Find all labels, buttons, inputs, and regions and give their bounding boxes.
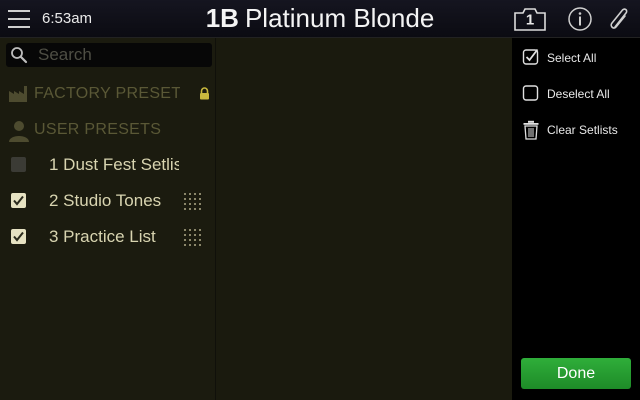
- factory-presets-label: FACTORY PRESETS: [34, 85, 180, 102]
- setlist-checkbox[interactable]: [11, 229, 26, 244]
- select-all-label: Select All: [547, 51, 597, 65]
- factory-presets-section[interactable]: FACTORY PRESETS: [0, 78, 215, 110]
- setlist-checkbox[interactable]: [11, 157, 26, 172]
- content-area: [215, 38, 512, 400]
- setlist-actions-menu: Select All Deselect All Clear Setlists: [512, 38, 640, 400]
- clock: 6:53am: [42, 10, 93, 27]
- setlist-label: 3 Practice List: [49, 227, 156, 246]
- user-presets-label: USER PRESETS: [34, 121, 162, 138]
- search-box[interactable]: [6, 43, 212, 67]
- drag-handle-icon[interactable]: [183, 192, 201, 210]
- menu-icon[interactable]: [8, 9, 30, 29]
- user-icon: [8, 119, 30, 148]
- search-input[interactable]: [38, 45, 206, 65]
- deselect-all-button[interactable]: Deselect All: [512, 80, 640, 110]
- setlist-row[interactable]: 1 Dust Fest Setlis: [0, 148, 215, 182]
- top-bar: 6:53am 1B Platinum Blonde 1: [0, 0, 640, 38]
- setlist-row[interactable]: 3 Practice List: [0, 220, 215, 254]
- setlist-label: 1 Dust Fest Setlis: [49, 155, 179, 174]
- preset-title[interactable]: 1B Platinum Blonde: [150, 3, 490, 34]
- camera-snapshot-icon[interactable]: 1: [512, 5, 548, 33]
- user-presets-section[interactable]: USER PRESETS: [0, 114, 215, 146]
- search-icon: [10, 46, 28, 69]
- clear-setlists-button[interactable]: Clear Setlists: [512, 116, 640, 146]
- setlist-label: 2 Studio Tones: [49, 191, 162, 210]
- paperclip-icon[interactable]: [602, 5, 638, 33]
- drag-handle-icon[interactable]: [183, 228, 201, 246]
- select-all-button[interactable]: Select All: [512, 44, 640, 74]
- setlist-checkbox[interactable]: [11, 193, 26, 208]
- done-button[interactable]: Done: [521, 358, 631, 389]
- clear-setlists-label: Clear Setlists: [547, 123, 618, 137]
- preset-number: 1B: [205, 3, 239, 33]
- snapshot-badge: 1: [525, 11, 535, 29]
- deselect-all-label: Deselect All: [547, 87, 610, 101]
- checkbox-empty-icon: [522, 84, 542, 104]
- checkbox-checked-icon: [522, 48, 542, 68]
- setlist-row[interactable]: 2 Studio Tones: [0, 184, 215, 218]
- lock-icon: [199, 87, 210, 105]
- trash-icon: [522, 120, 542, 140]
- preset-browser-panel: FACTORY PRESETS USER PRESETS 1 Dust Fest…: [0, 38, 215, 400]
- info-icon[interactable]: [562, 5, 598, 33]
- preset-name: Platinum Blonde: [244, 3, 435, 33]
- factory-icon: [8, 83, 30, 108]
